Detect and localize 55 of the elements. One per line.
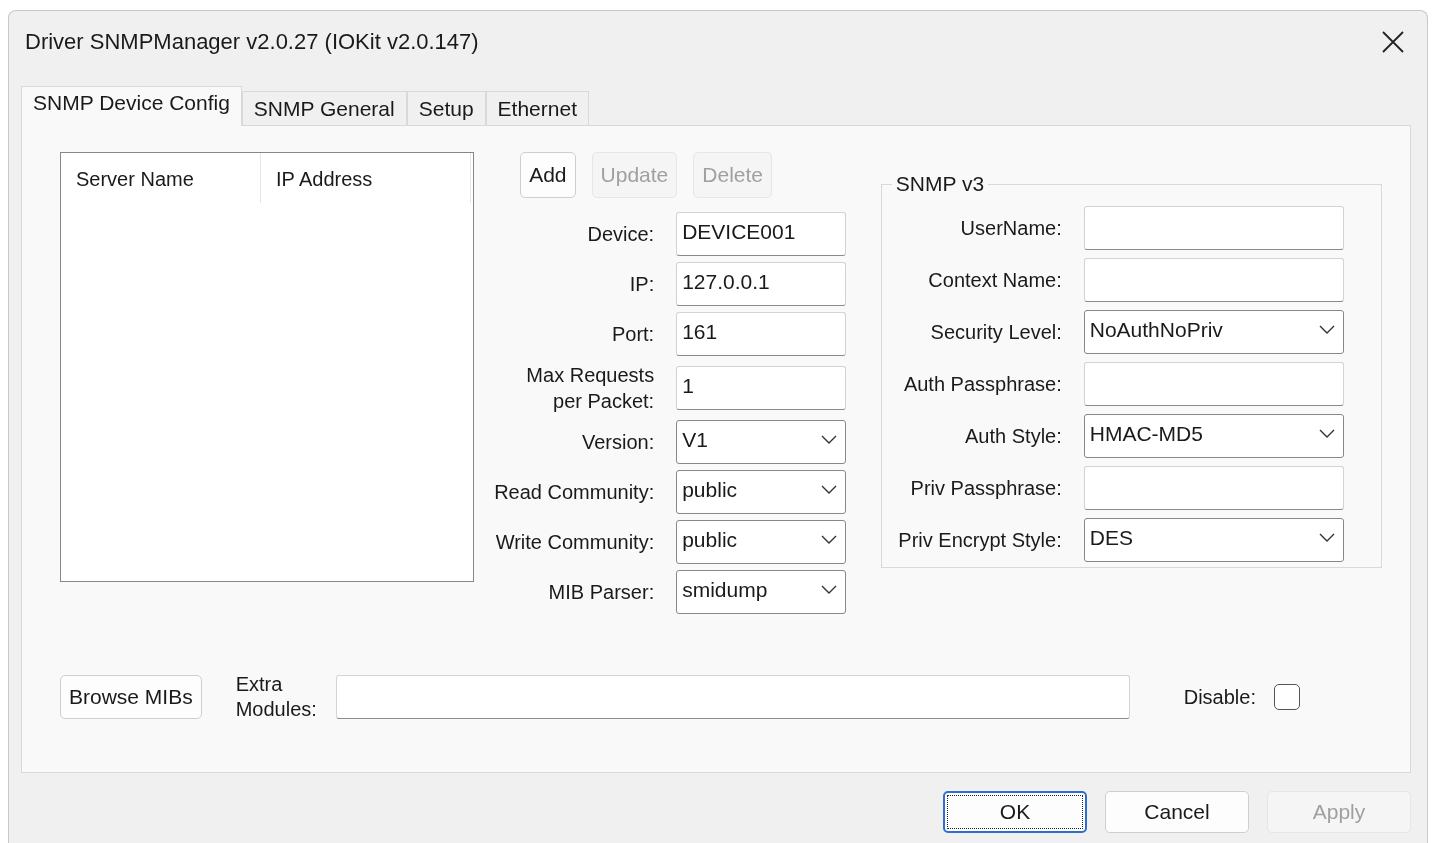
field-label: Extra Modules: (235, 672, 318, 722)
field-label: Device: (586, 222, 655, 247)
dialog-button[interactable]: Cancel (1105, 791, 1249, 833)
chevron-down-icon (1318, 429, 1335, 439)
field-label: Auth Style: (964, 424, 1062, 449)
dialog-button[interactable]: OK (943, 791, 1087, 833)
field-label: Version: (580, 430, 655, 455)
dropdown[interactable]: NoAuthNoPriv (1083, 310, 1344, 354)
tab[interactable]: SNMP Device Config (21, 86, 242, 126)
text-field[interactable] (1083, 466, 1344, 510)
chevron-down-icon (1318, 533, 1335, 543)
dropdown[interactable]: V1 (676, 420, 847, 464)
dropdown[interactable]: HMAC-MD5 (1083, 414, 1344, 458)
column-header[interactable]: IP Address (261, 153, 471, 203)
field-label: Security Level: (929, 320, 1062, 345)
chevron-down-icon (821, 435, 838, 445)
column-header[interactable]: Server Name (61, 153, 261, 203)
dropdown[interactable]: public (676, 520, 847, 564)
disable-checkbox[interactable] (1273, 684, 1300, 710)
list-button[interactable]: Add (520, 152, 576, 198)
close-icon (1381, 30, 1405, 54)
text-field[interactable] (1083, 362, 1344, 406)
server-list[interactable]: Server Name IP Address (60, 152, 475, 582)
field-label: Priv Passphrase: (909, 476, 1062, 501)
text-field[interactable]: DEVICE001 (676, 212, 847, 256)
field-label: IP: (628, 272, 655, 297)
text-field[interactable]: 127.0.0.1 (676, 262, 847, 306)
dropdown[interactable]: public (676, 470, 847, 514)
group-title: SNMP v3 (894, 172, 986, 196)
dropdown[interactable]: DES (1083, 518, 1344, 562)
text-field[interactable] (1083, 206, 1344, 250)
field-label: Read Community: (493, 480, 655, 505)
chevron-down-icon (821, 535, 838, 545)
field-label: Port: (610, 322, 655, 347)
window-title: Driver SNMPManager v2.0.27 (IOKit v2.0.147) (25, 29, 479, 55)
tab[interactable]: SNMP General (241, 91, 407, 125)
field-label: Write Community: (494, 530, 655, 555)
field-label: Context Name: (927, 268, 1062, 293)
chevron-down-icon (821, 585, 838, 595)
disable-label: Disable: (1183, 685, 1256, 709)
browse-mibs-button[interactable]: Browse MIBs (60, 675, 202, 719)
field-label: Auth Passphrase: (902, 372, 1062, 397)
tab[interactable]: Ethernet (485, 91, 589, 125)
chevron-down-icon (1318, 325, 1335, 335)
chevron-down-icon (821, 485, 838, 495)
dropdown[interactable]: smidump (676, 570, 847, 614)
extra-modules-field[interactable] (335, 675, 1130, 719)
text-field[interactable]: 161 (676, 312, 847, 356)
field-label: MIB Parser: (547, 580, 655, 605)
text-field[interactable]: 1 (676, 366, 847, 410)
field-label: Priv Encrypt Style: (897, 528, 1062, 553)
tab[interactable]: Setup (406, 91, 486, 125)
field-label: Max Requests per Packet: (525, 363, 655, 414)
text-field[interactable] (1083, 258, 1344, 302)
field-label: UserName: (959, 216, 1062, 241)
